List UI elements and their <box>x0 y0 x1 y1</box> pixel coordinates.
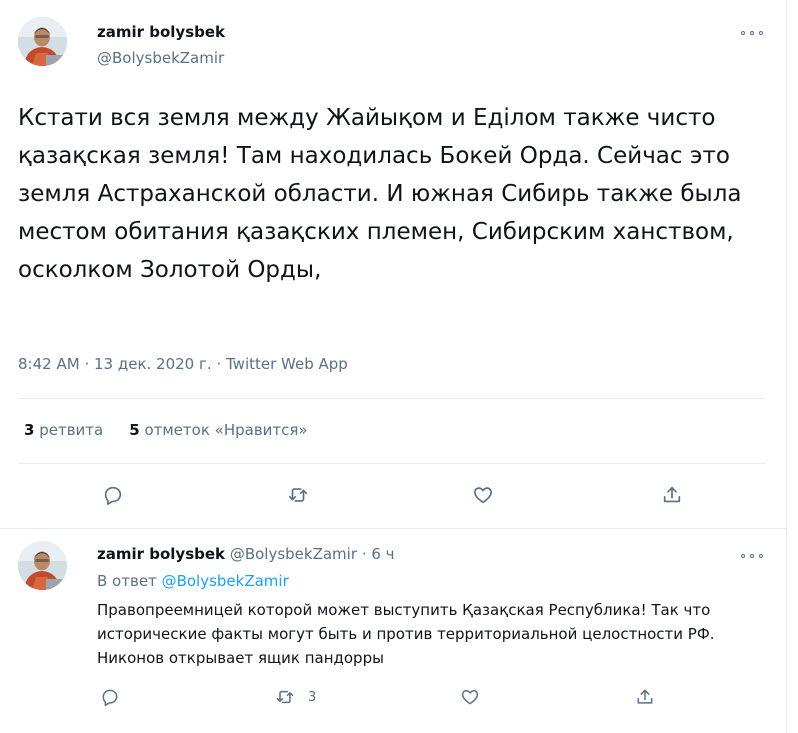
more-options-button[interactable] <box>741 28 763 38</box>
share-button[interactable] <box>659 482 685 508</box>
more-horizontal-icon <box>741 554 745 558</box>
divider <box>0 528 786 529</box>
replying-to-label: В ответ <box>97 572 157 590</box>
meta-separator: · <box>361 545 367 563</box>
avatar-photo <box>18 17 67 66</box>
reply-icon <box>102 689 118 707</box>
share-icon <box>637 689 653 704</box>
more-horizontal-icon <box>741 31 745 35</box>
meta-separator: · <box>84 355 90 373</box>
reply-author-handle[interactable]: @BolysbekZamir <box>230 545 357 563</box>
reply-like-button[interactable] <box>457 684 483 710</box>
tweet-text: Кстати вся земля между Жайықом и Еділом … <box>18 105 742 283</box>
retweets-stat[interactable]: 3 ретвита <box>24 421 103 439</box>
retweet-button[interactable] <box>285 482 311 508</box>
reply-author-name[interactable]: zamir bolysbek <box>97 545 225 563</box>
reply-more-options-button[interactable] <box>741 551 763 561</box>
divider <box>18 463 766 464</box>
retweets-label: ретвита <box>39 421 104 439</box>
retweet-icon <box>288 488 308 502</box>
avatar[interactable] <box>18 17 67 66</box>
avatar-photo <box>18 541 67 590</box>
replying-to: В ответ @BolysbekZamir <box>97 572 289 590</box>
author-name[interactable]: zamir bolysbek <box>97 23 225 41</box>
reply-reply-button[interactable] <box>97 684 123 710</box>
reply-avatar[interactable] <box>18 541 67 590</box>
author-handle[interactable]: @BolysbekZamir <box>97 49 224 67</box>
like-button[interactable] <box>470 482 496 508</box>
more-horizontal-icon <box>750 554 754 558</box>
heart-icon <box>474 487 492 504</box>
tweet-source-link[interactable]: Twitter Web App <box>226 355 348 373</box>
replying-to-link[interactable]: @BolysbekZamir <box>162 572 289 590</box>
tweet-timestamp: 8:42 AM · 13 дек. 2020 г. · Twitter Web … <box>18 355 348 373</box>
retweet-icon-wrap <box>272 684 298 710</box>
reply-share-button[interactable] <box>632 684 658 710</box>
retweets-count: 3 <box>24 421 35 439</box>
reply-text: Правопреемницей которой может выступить … <box>97 601 715 667</box>
reply-retweet-button[interactable]: 3 <box>272 684 316 710</box>
likes-label: отметок «Нравится» <box>144 421 308 439</box>
meta-separator: · <box>216 355 222 373</box>
tweet-date[interactable]: 13 дек. 2020 г. <box>94 355 212 373</box>
more-horizontal-icon <box>759 31 763 35</box>
reply-time[interactable]: 6 ч <box>371 545 394 563</box>
share-icon <box>663 486 681 503</box>
reply-button[interactable] <box>100 482 126 508</box>
tweet-thread: zamir bolysbek @BolysbekZamir Кстати вся… <box>0 0 787 733</box>
more-horizontal-icon <box>750 31 754 35</box>
retweet-icon <box>276 690 294 704</box>
more-horizontal-icon <box>759 554 763 558</box>
reply-retweet-count: 3 <box>308 689 317 705</box>
reply-icon <box>104 486 122 505</box>
engagement-stats: 3 ретвита 5 отметок «Нравится» <box>24 421 308 439</box>
tweet-time[interactable]: 8:42 AM <box>18 355 80 373</box>
divider <box>18 398 766 399</box>
reply-header: zamir bolysbek @BolysbekZamir · 6 ч <box>97 545 395 563</box>
likes-stat[interactable]: 5 отметок «Нравится» <box>129 421 307 439</box>
heart-icon <box>461 690 479 705</box>
likes-count: 5 <box>129 421 140 439</box>
